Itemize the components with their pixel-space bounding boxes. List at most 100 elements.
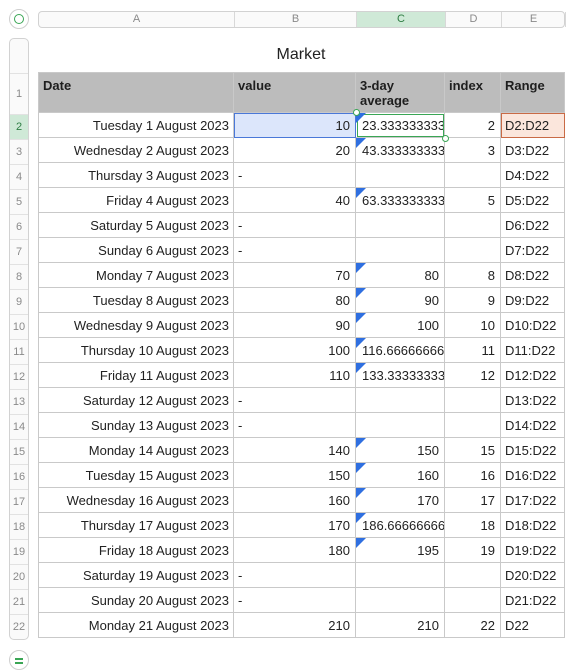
- cell-e4[interactable]: D4:D22: [501, 163, 565, 188]
- row-header-7[interactable]: 7: [10, 239, 28, 264]
- formula-warning-icon[interactable]: [356, 338, 366, 348]
- row-header-21[interactable]: 21: [10, 589, 28, 614]
- column-header-c[interactable]: C: [357, 12, 446, 27]
- select-all-button[interactable]: [9, 9, 29, 29]
- formula-warning-icon[interactable]: [356, 263, 366, 273]
- selection-handle-bottom[interactable]: [442, 135, 449, 142]
- row-header-16[interactable]: 16: [10, 464, 28, 489]
- formula-warning-icon[interactable]: [356, 488, 366, 498]
- cell-a17[interactable]: Wednesday 16 August 2023: [38, 488, 234, 513]
- cell-d22[interactable]: 22: [445, 613, 501, 638]
- row-header-19[interactable]: 19: [10, 539, 28, 564]
- cell-b3[interactable]: 20: [234, 138, 356, 163]
- cell-b20[interactable]: -: [234, 563, 356, 588]
- cell-d5[interactable]: 5: [445, 188, 501, 213]
- cell-a8[interactable]: Monday 7 August 2023: [38, 263, 234, 288]
- row-header-20[interactable]: 20: [10, 564, 28, 589]
- cell-d18[interactable]: 18: [445, 513, 501, 538]
- column-header-b[interactable]: B: [235, 12, 357, 27]
- cell-c5[interactable]: 63.3333333333: [356, 188, 445, 213]
- cell-c18[interactable]: 186.666666666: [356, 513, 445, 538]
- header-cell-date[interactable]: Date: [38, 72, 234, 113]
- row-header-11[interactable]: 11: [10, 339, 28, 364]
- cell-d8[interactable]: 8: [445, 263, 501, 288]
- cell-b5[interactable]: 40: [234, 188, 356, 213]
- cell-a10[interactable]: Wednesday 9 August 2023: [38, 313, 234, 338]
- cell-d4[interactable]: [445, 163, 501, 188]
- cell-b9[interactable]: 80: [234, 288, 356, 313]
- cell-a14[interactable]: Sunday 13 August 2023: [38, 413, 234, 438]
- cell-d14[interactable]: [445, 413, 501, 438]
- header-cell-avg[interactable]: 3-day average: [356, 72, 445, 113]
- cell-b16[interactable]: 150: [234, 463, 356, 488]
- cell-b10[interactable]: 90: [234, 313, 356, 338]
- row-header-15[interactable]: 15: [10, 439, 28, 464]
- cell-a9[interactable]: Tuesday 8 August 2023: [38, 288, 234, 313]
- cell-c3[interactable]: 43.3333333333: [356, 138, 445, 163]
- cell-d13[interactable]: [445, 388, 501, 413]
- formula-warning-icon[interactable]: [356, 313, 366, 323]
- cell-c13[interactable]: [356, 388, 445, 413]
- cell-e10[interactable]: D10:D22: [501, 313, 565, 338]
- cell-a19[interactable]: Friday 18 August 2023: [38, 538, 234, 563]
- cell-a2[interactable]: Tuesday 1 August 2023: [38, 113, 234, 138]
- formula-warning-icon[interactable]: [356, 513, 366, 523]
- cell-d10[interactable]: 10: [445, 313, 501, 338]
- cell-b21[interactable]: -: [234, 588, 356, 613]
- row-header-14[interactable]: 14: [10, 414, 28, 439]
- cell-e15[interactable]: D15:D22: [501, 438, 565, 463]
- cell-e21[interactable]: D21:D22: [501, 588, 565, 613]
- cell-a13[interactable]: Saturday 12 August 2023: [38, 388, 234, 413]
- cell-b14[interactable]: -: [234, 413, 356, 438]
- cell-c10[interactable]: 100: [356, 313, 445, 338]
- cell-e19[interactable]: D19:D22: [501, 538, 565, 563]
- cell-b13[interactable]: -: [234, 388, 356, 413]
- cell-b18[interactable]: 170: [234, 513, 356, 538]
- row-header-3[interactable]: 3: [10, 139, 28, 164]
- formula-warning-icon[interactable]: [356, 463, 366, 473]
- cell-d17[interactable]: 17: [445, 488, 501, 513]
- row-header-9[interactable]: 9: [10, 289, 28, 314]
- cell-d2[interactable]: 2: [445, 113, 501, 138]
- cell-c2[interactable]: 23.3333333333: [356, 113, 445, 138]
- row-header-13[interactable]: 13: [10, 389, 28, 414]
- cell-d7[interactable]: [445, 238, 501, 263]
- cell-d20[interactable]: [445, 563, 501, 588]
- cell-a21[interactable]: Sunday 20 August 2023: [38, 588, 234, 613]
- cell-c6[interactable]: [356, 213, 445, 238]
- cell-d11[interactable]: 11: [445, 338, 501, 363]
- formula-warning-icon[interactable]: [356, 188, 366, 198]
- cell-b12[interactable]: 110: [234, 363, 356, 388]
- cell-a3[interactable]: Wednesday 2 August 2023: [38, 138, 234, 163]
- cell-d3[interactable]: 3: [445, 138, 501, 163]
- cell-b4[interactable]: -: [234, 163, 356, 188]
- cell-e20[interactable]: D20:D22: [501, 563, 565, 588]
- cell-e18[interactable]: D18:D22: [501, 513, 565, 538]
- row-header-6[interactable]: 6: [10, 214, 28, 239]
- cell-d15[interactable]: 15: [445, 438, 501, 463]
- cell-c14[interactable]: [356, 413, 445, 438]
- cell-b11[interactable]: 100: [234, 338, 356, 363]
- formula-warning-icon[interactable]: [356, 138, 366, 148]
- cell-a7[interactable]: Sunday 6 August 2023: [38, 238, 234, 263]
- selection-handle-top[interactable]: [353, 109, 360, 116]
- cell-c20[interactable]: [356, 563, 445, 588]
- cell-e14[interactable]: D14:D22: [501, 413, 565, 438]
- column-header-bar[interactable]: ABCDE: [38, 11, 566, 28]
- cell-a4[interactable]: Thursday 3 August 2023: [38, 163, 234, 188]
- cell-d16[interactable]: 16: [445, 463, 501, 488]
- cell-e22[interactable]: D22: [501, 613, 565, 638]
- header-cell-range[interactable]: Range: [501, 72, 565, 113]
- cell-d19[interactable]: 19: [445, 538, 501, 563]
- formula-warning-icon[interactable]: [356, 363, 366, 373]
- cell-c11[interactable]: 116.666666666: [356, 338, 445, 363]
- cell-a5[interactable]: Friday 4 August 2023: [38, 188, 234, 213]
- cell-a6[interactable]: Saturday 5 August 2023: [38, 213, 234, 238]
- cell-e6[interactable]: D6:D22: [501, 213, 565, 238]
- cell-e9[interactable]: D9:D22: [501, 288, 565, 313]
- row-header-2[interactable]: 2: [10, 114, 28, 139]
- row-header-12[interactable]: 12: [10, 364, 28, 389]
- cell-c16[interactable]: 160: [356, 463, 445, 488]
- cell-d9[interactable]: 9: [445, 288, 501, 313]
- row-header-22[interactable]: 22: [10, 614, 28, 639]
